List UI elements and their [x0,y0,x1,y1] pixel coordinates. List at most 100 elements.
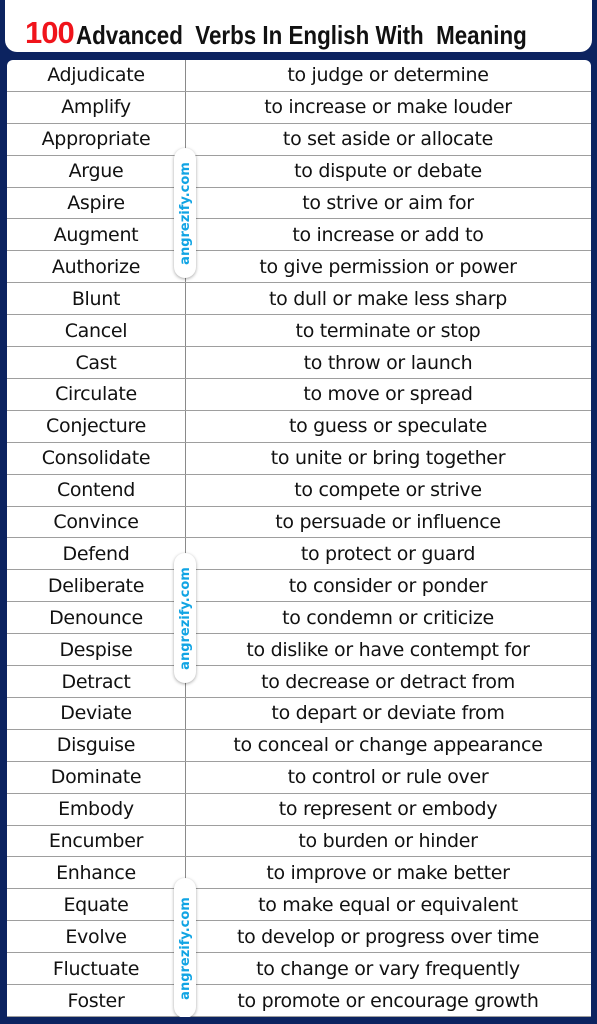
meaning-cell: to set aside or allocate [282,128,494,151]
verb-cell: Circulate [55,383,137,406]
table-row: Enhance to improve or make better [7,858,591,890]
meaning-cell: to depart or deviate from [271,702,505,725]
table-row: Consolidate to unite or bring together [7,443,591,475]
verb-cell: Argue [68,160,124,183]
meaning-cell: to burden or hinder [298,830,478,853]
verb-cell: Appropriate [41,128,151,151]
verb-cell: Convince [53,511,139,534]
meaning-cell: to control or rule over [287,766,489,789]
verb-cell: Encumber [48,830,144,853]
verb-cell: Amplify [61,96,131,119]
verb-cell: Deviate [60,702,132,725]
verb-cell: Conjecture [46,415,146,438]
meaning-cell: to dull or make less sharp [269,287,507,310]
watermark-text: angrezify.com [177,161,193,265]
table-row: Cancel to terminate or stop [7,315,591,348]
table-row: Convince to persuade or influence [7,507,591,539]
meaning-cell: to increase or make louder [264,96,512,119]
meaning-cell: to unite or bring together [270,447,506,470]
watermark-badge: angrezify.com [174,553,196,683]
table-row: Evolve to develop or progress over time [7,921,591,954]
table-row: Defend to protect or guard [7,539,591,571]
table-row: Cast to throw or launch [7,347,591,379]
verb-cell: Disguise [56,734,136,757]
verb-cell: Embody [58,798,134,821]
meaning-cell: to increase or add to [292,223,484,246]
meaning-cell: to improve or make better [266,861,510,884]
verb-cell: Enhance [56,861,136,884]
table-row: Contend to compete or strive [7,475,591,507]
meaning-cell: to persuade or influence [275,511,501,534]
table-row: Blunt to dull or make less sharp [7,283,591,316]
verb-cell: Detract [61,670,131,693]
meaning-cell: to guess or speculate [288,415,488,438]
verb-cell: Denounce [49,606,143,629]
meaning-cell: to move or spread [303,383,473,406]
table-row: Argue to dispute or debate [7,156,591,188]
verb-cell: Augment [53,223,139,246]
table-row: Embody to represent or embody [7,794,591,826]
verb-cell: Deliberate [47,574,145,597]
table-row: Deliberate to consider or ponder [7,570,591,603]
table-row: Deviate to depart or deviate from [7,698,591,730]
meaning-cell: to condemn or criticize [282,606,494,629]
verb-cell: Despise [59,638,133,661]
meaning-cell: to make equal or equivalent [258,893,518,916]
verb-cell: Authorize [51,255,141,278]
table-row: Augment to increase or add to [7,220,591,252]
table-row: Adjudicate to judge or determine [7,60,591,92]
table-row: Circulate to move or spread [7,379,591,411]
table-row: Amplify to increase or make louder [7,92,591,124]
meaning-cell: to develop or progress over time [236,925,540,948]
verb-cell: Consolidate [41,447,151,470]
verb-cell: Foster [67,989,125,1012]
table-row: Authorize to give permission or power [7,251,591,284]
watermark-badge: angrezify.com [174,878,196,1017]
meaning-cell: to give permission or power [259,255,517,278]
verb-cell: Aspire [67,192,125,215]
page-title: Advanced Verbs In English With Meaning [75,20,527,50]
meaning-cell: to promote or encourage growth [237,989,539,1012]
meaning-cell: to decrease or detract from [261,670,515,693]
meaning-cell: to compete or strive [294,479,482,502]
verb-cell: Defend [62,542,130,565]
meaning-cell: to strive or aim for [302,192,474,215]
verb-cell: Blunt [71,287,121,310]
verb-cell: Evolve [65,925,127,948]
table-row: Fluctuate to change or vary frequently [7,953,591,986]
verbs-table: Adjudicate to judge or determine Amplify to… [7,60,591,1017]
verb-cell: Cast [75,351,117,374]
meaning-cell: to throw or launch [303,351,473,374]
table-row: Aspire to strive or aim for [7,188,591,220]
meaning-cell: to dispute or debate [294,160,482,183]
meaning-cell: to judge or determine [287,64,489,87]
meaning-cell: to represent or embody [278,798,498,821]
verb-cell: Equate [63,893,129,916]
meaning-cell: to consider or ponder [288,574,488,597]
meaning-cell: to protect or guard [300,542,476,565]
table-row: Equate to make equal or equivalent [7,889,591,922]
table-row: Foster to promote or encourage growth [7,985,591,1017]
verb-cell: Cancel [64,319,128,342]
watermark-text: angrezify.com [177,896,193,1000]
verb-cell: Fluctuate [52,957,140,980]
title-number: 100 [25,15,75,50]
meaning-cell: to terminate or stop [295,319,481,342]
table-row: Encumber to burden or hinder [7,826,591,858]
meaning-cell: to conceal or change appearance [233,734,543,757]
verb-cell: Contend [56,479,136,502]
meaning-cell: to dislike or have contempt for [246,638,530,661]
table-row: Dominate to control or rule over [7,762,591,794]
verb-cell: Adjudicate [47,64,145,87]
table-row: Detract to decrease or detract from [7,666,591,698]
table-row: Disguise to conceal or change appearance [7,730,591,762]
title-banner: 100 Advanced Verbs In English With Meani… [5,0,592,52]
table-row: Denounce to condemn or criticize [7,602,591,635]
verb-cell: Dominate [50,766,142,789]
meaning-cell: to change or vary frequently [256,957,520,980]
table-row: Appropriate to set aside or allocate [7,124,591,156]
table-row: Conjecture to guess or speculate [7,411,591,443]
watermark-text: angrezify.com [177,566,193,670]
table-row: Despise to dislike or have contempt for [7,634,591,667]
watermark-badge: angrezify.com [174,148,196,278]
